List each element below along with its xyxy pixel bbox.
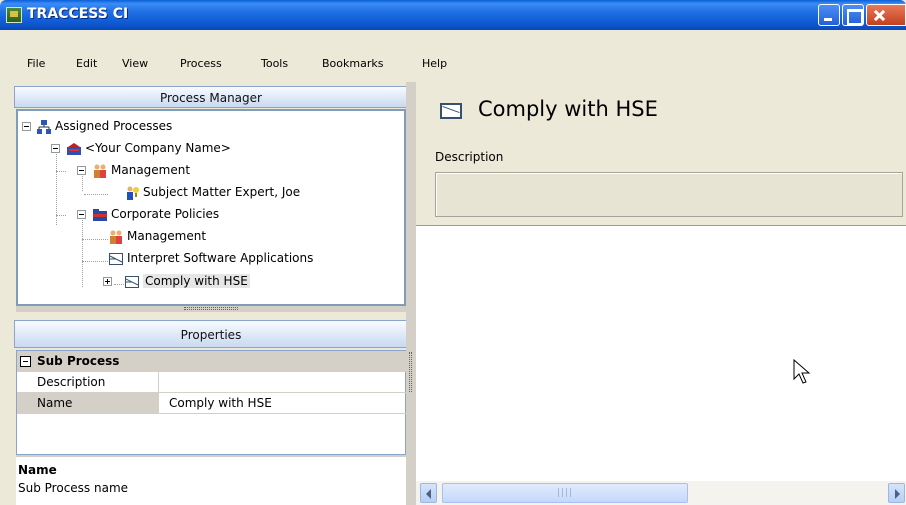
tree-node-assigned-processes[interactable]: Assigned Processes bbox=[36, 116, 172, 136]
collapse-toggle[interactable] bbox=[77, 166, 86, 175]
collapse-toggle[interactable] bbox=[20, 356, 31, 367]
tree-label: Assigned Processes bbox=[55, 119, 173, 133]
menu-bookmarks[interactable]: Bookmarks bbox=[322, 57, 383, 70]
help-title: Name bbox=[18, 463, 57, 477]
tree-node-company[interactable]: <Your Company Name> bbox=[66, 138, 231, 158]
menu-file[interactable]: File bbox=[27, 57, 45, 70]
property-group[interactable]: Sub Process bbox=[17, 351, 407, 372]
menu-tools[interactable]: Tools bbox=[261, 57, 288, 70]
tree-label: Interpret Software Applications bbox=[127, 251, 314, 265]
page-title: Comply with HSE bbox=[478, 97, 658, 121]
scroll-left-button[interactable] bbox=[420, 483, 437, 503]
property-row-description[interactable]: Description bbox=[17, 372, 407, 393]
expand-toggle[interactable] bbox=[103, 277, 112, 286]
menu-bar: File Edit View Process Tools Bookmarks H… bbox=[0, 30, 906, 82]
app-icon bbox=[6, 7, 22, 23]
panel-splitter[interactable] bbox=[16, 306, 406, 312]
menu-help[interactable]: Help bbox=[422, 57, 447, 70]
property-value[interactable] bbox=[159, 372, 407, 393]
splitter-handle[interactable] bbox=[409, 352, 412, 392]
splitter-handle[interactable] bbox=[184, 307, 238, 310]
tree-label: Comply with HSE bbox=[143, 274, 250, 288]
property-row-name[interactable]: Name Comply with HSE bbox=[17, 393, 407, 414]
tree-node-management-2[interactable]: Management bbox=[108, 226, 206, 246]
tree-node-management[interactable]: Management bbox=[92, 160, 190, 180]
people-icon bbox=[92, 163, 108, 179]
tree-node-interpret-software[interactable]: Interpret Software Applications bbox=[108, 248, 313, 268]
description-label: Description bbox=[435, 150, 504, 164]
people-icon bbox=[108, 229, 124, 245]
scroll-thumb[interactable]: |||| bbox=[442, 483, 688, 503]
tree-label: Management bbox=[111, 163, 191, 177]
folder-icon bbox=[92, 207, 108, 223]
process-tree[interactable]: Assigned Processes <Your Company Name> M… bbox=[16, 109, 406, 306]
tree-label: <Your Company Name> bbox=[85, 141, 231, 155]
tree-label: Subject Matter Expert, Joe bbox=[143, 185, 301, 199]
minimize-button[interactable] bbox=[818, 4, 840, 26]
org-chart-icon bbox=[36, 119, 52, 135]
property-help: Name Sub Process name bbox=[16, 455, 406, 505]
menu-edit[interactable]: Edit bbox=[76, 57, 97, 70]
title-bar: TRACCESS CI bbox=[0, 0, 906, 30]
mouse-cursor-icon bbox=[793, 359, 811, 384]
property-key: Name bbox=[17, 393, 159, 414]
detail-header: Comply with HSE Description bbox=[416, 82, 906, 226]
tree-label: Management bbox=[127, 229, 207, 243]
maximize-button[interactable] bbox=[842, 4, 864, 26]
close-button[interactable] bbox=[866, 4, 906, 26]
document-icon bbox=[124, 274, 140, 290]
tree-label: Corporate Policies bbox=[111, 207, 220, 221]
menu-view[interactable]: View bbox=[122, 57, 148, 70]
person-icon bbox=[124, 185, 140, 201]
tree-node-corporate-policies[interactable]: Corporate Policies bbox=[92, 204, 219, 224]
properties-header: Properties bbox=[14, 320, 408, 348]
vertical-splitter[interactable] bbox=[406, 82, 416, 505]
window-title: TRACCESS CI bbox=[27, 6, 129, 22]
tree-node-comply-with-hse[interactable]: Comply with HSE bbox=[124, 271, 250, 291]
company-icon bbox=[66, 141, 82, 157]
document-icon bbox=[440, 103, 462, 119]
help-description: Sub Process name bbox=[18, 481, 129, 495]
collapse-toggle[interactable] bbox=[51, 144, 60, 153]
horizontal-scrollbar[interactable]: |||| bbox=[416, 481, 906, 505]
property-value[interactable]: Comply with HSE bbox=[159, 393, 407, 414]
detail-content[interactable] bbox=[416, 226, 906, 481]
collapse-toggle[interactable] bbox=[22, 122, 31, 131]
menu-process[interactable]: Process bbox=[180, 57, 222, 70]
document-icon bbox=[108, 251, 124, 267]
property-group-label: Sub Process bbox=[37, 354, 120, 368]
description-field[interactable] bbox=[435, 172, 903, 217]
properties-grid[interactable]: Sub Process Description Name Comply with… bbox=[16, 350, 407, 455]
property-key: Description bbox=[17, 372, 159, 393]
collapse-toggle[interactable] bbox=[77, 210, 86, 219]
tree-node-subject-matter-expert[interactable]: Subject Matter Expert, Joe bbox=[124, 182, 300, 202]
scroll-right-button[interactable] bbox=[888, 483, 905, 503]
process-manager-header: Process Manager bbox=[14, 86, 408, 108]
